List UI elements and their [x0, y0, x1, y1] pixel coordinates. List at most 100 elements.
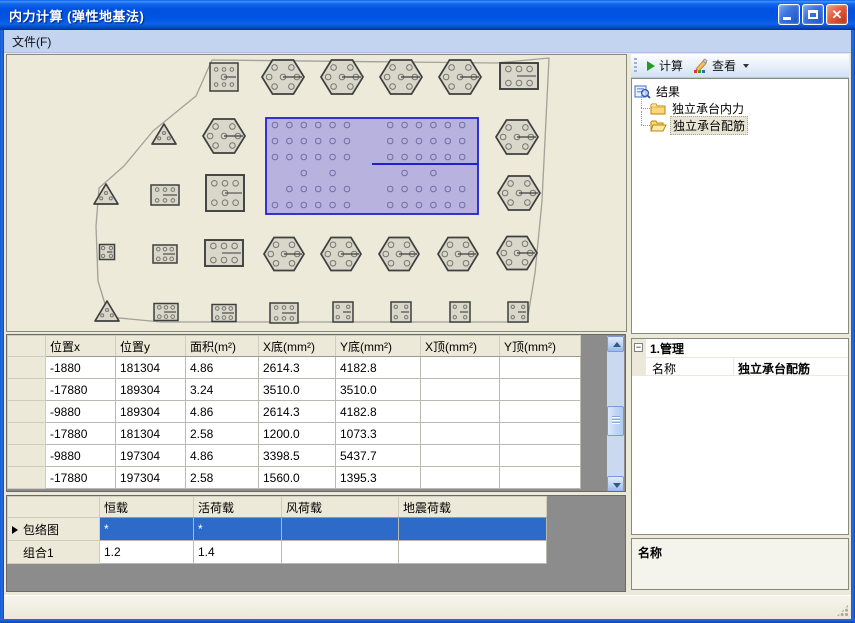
column-header[interactable]: 风荷载 — [282, 497, 399, 518]
pile-cap-ssq[interactable] — [333, 302, 353, 322]
table-cell[interactable]: -9880 — [46, 401, 116, 423]
tree-item[interactable]: 独立承台内力 — [650, 100, 846, 117]
scroll-thumb[interactable] — [607, 406, 624, 436]
column-header[interactable]: X顶(mm²) — [421, 336, 500, 357]
maximize-button[interactable] — [802, 4, 824, 25]
table-cell[interactable]: * — [194, 518, 282, 541]
table-cell[interactable] — [282, 518, 399, 541]
pile-cap-rect6[interactable] — [205, 240, 243, 266]
pile-cap-rect6[interactable] — [270, 303, 298, 323]
pile-cap-hex[interactable] — [497, 237, 537, 270]
table-cell[interactable]: 197304 — [116, 445, 186, 467]
table-cell[interactable]: 181304 — [116, 357, 186, 379]
view-button[interactable]: 查看 — [688, 55, 754, 76]
pile-cap-hex[interactable] — [379, 238, 419, 271]
property-group-row[interactable]: − 1.管理 — [632, 339, 848, 358]
corner-header-cell[interactable] — [8, 497, 100, 518]
table-cell[interactable] — [282, 541, 399, 564]
table-cell[interactable]: 3510.0 — [259, 379, 336, 401]
table-row[interactable]: -178801813042.581200.01073.3 — [8, 423, 581, 445]
column-header[interactable]: 位置y — [116, 336, 186, 357]
pile-cap-ssq[interactable] — [450, 302, 470, 322]
table-cell[interactable]: 1200.0 — [259, 423, 336, 445]
table-cell[interactable] — [399, 541, 547, 564]
row-header-cell[interactable] — [8, 357, 46, 379]
row-header-cell[interactable] — [8, 423, 46, 445]
table-cell[interactable]: 1395.3 — [336, 467, 421, 489]
table-cell[interactable] — [421, 401, 500, 423]
table-cell[interactable]: 4182.8 — [336, 357, 421, 379]
table-cell[interactable] — [500, 357, 581, 379]
pile-cap-hex[interactable] — [264, 238, 304, 271]
table-cell[interactable] — [421, 445, 500, 467]
table-cell[interactable]: 2.58 — [186, 423, 259, 445]
table-cell[interactable] — [500, 379, 581, 401]
toolbar-grip[interactable] — [634, 58, 637, 74]
column-header[interactable]: 位置x — [46, 336, 116, 357]
collapse-box-icon[interactable]: − — [634, 343, 643, 352]
table-cell[interactable]: 1560.0 — [259, 467, 336, 489]
close-button[interactable]: ✕ — [826, 4, 848, 25]
pile-cap-sq[interactable] — [210, 63, 238, 91]
column-header[interactable]: 面积(m²) — [186, 336, 259, 357]
pile-cap-hex[interactable] — [262, 60, 304, 94]
table-cell[interactable]: 3510.0 — [336, 379, 421, 401]
column-header[interactable]: 活荷载 — [194, 497, 282, 518]
pile-cap-rect6[interactable] — [151, 185, 179, 205]
drawing-canvas[interactable] — [6, 54, 627, 332]
column-header[interactable]: 地震荷载 — [399, 497, 547, 518]
pile-cap-hex[interactable] — [380, 60, 422, 94]
table-cell[interactable]: 1.4 — [194, 541, 282, 564]
row-header-cell[interactable] — [8, 445, 46, 467]
table-cell[interactable] — [399, 518, 547, 541]
pile-cap-ssq[interactable] — [508, 302, 528, 322]
table-row[interactable]: 包络图** — [8, 518, 547, 541]
calculate-button[interactable]: 计算 — [642, 55, 688, 76]
pile-cap-hex[interactable] — [321, 60, 363, 94]
pile-cap-hex[interactable] — [498, 176, 540, 210]
pile-cap-sq[interactable] — [206, 175, 244, 211]
table-cell[interactable] — [500, 467, 581, 489]
pile-cap-hex[interactable] — [203, 119, 245, 153]
table-cell[interactable]: 4.86 — [186, 445, 259, 467]
pile-cap-hex[interactable] — [321, 238, 361, 271]
table-cell[interactable]: 181304 — [116, 423, 186, 445]
table-cell[interactable]: 4.86 — [186, 357, 259, 379]
table-cell[interactable] — [500, 445, 581, 467]
property-row-name[interactable]: 名称 独立承台配筋 — [632, 358, 848, 376]
resize-grip[interactable] — [836, 604, 849, 617]
pile-cap-hex[interactable] — [439, 60, 481, 94]
table-cell[interactable]: -17880 — [46, 423, 116, 445]
table-cell[interactable]: -17880 — [46, 467, 116, 489]
table-cell[interactable]: 5437.7 — [336, 445, 421, 467]
table-cell[interactable]: 2614.3 — [259, 357, 336, 379]
table-cell[interactable]: 4182.8 — [336, 401, 421, 423]
row-header-cell[interactable] — [8, 401, 46, 423]
table-cell[interactable]: 1.2 — [100, 541, 194, 564]
table-cell[interactable] — [421, 423, 500, 445]
table-cell[interactable]: 197304 — [116, 467, 186, 489]
pile-cap-tri[interactable] — [152, 124, 176, 144]
tree-item[interactable]: 独立承台配筋 — [650, 117, 846, 134]
pile-cap-ssq[interactable] — [100, 245, 115, 260]
row-header-cell[interactable] — [8, 379, 46, 401]
row-header-cell[interactable]: 包络图 — [8, 518, 100, 541]
row-header-cell[interactable] — [8, 467, 46, 489]
scroll-down-button[interactable] — [607, 476, 624, 492]
pile-cap-rect6[interactable] — [153, 245, 177, 263]
table-cell[interactable]: * — [100, 518, 194, 541]
table-row[interactable]: -178801973042.581560.01395.3 — [8, 467, 581, 489]
column-header[interactable]: X底(mm²) — [259, 336, 336, 357]
results-scrollbar[interactable] — [607, 336, 624, 492]
table-cell[interactable]: -1880 — [46, 357, 116, 379]
pile-cap-rect6[interactable] — [154, 304, 178, 321]
row-header-cell[interactable]: 组合1 — [8, 541, 100, 564]
table-cell[interactable]: 4.86 — [186, 401, 259, 423]
table-cell[interactable]: 2.58 — [186, 467, 259, 489]
table-cell[interactable]: 189304 — [116, 401, 186, 423]
menu-file[interactable]: 文件(F) — [4, 30, 59, 53]
table-row[interactable]: -98801893044.862614.34182.8 — [8, 401, 581, 423]
column-header[interactable]: Y顶(mm²) — [500, 336, 581, 357]
column-header[interactable]: 恒载 — [100, 497, 194, 518]
table-cell[interactable]: 3.24 — [186, 379, 259, 401]
